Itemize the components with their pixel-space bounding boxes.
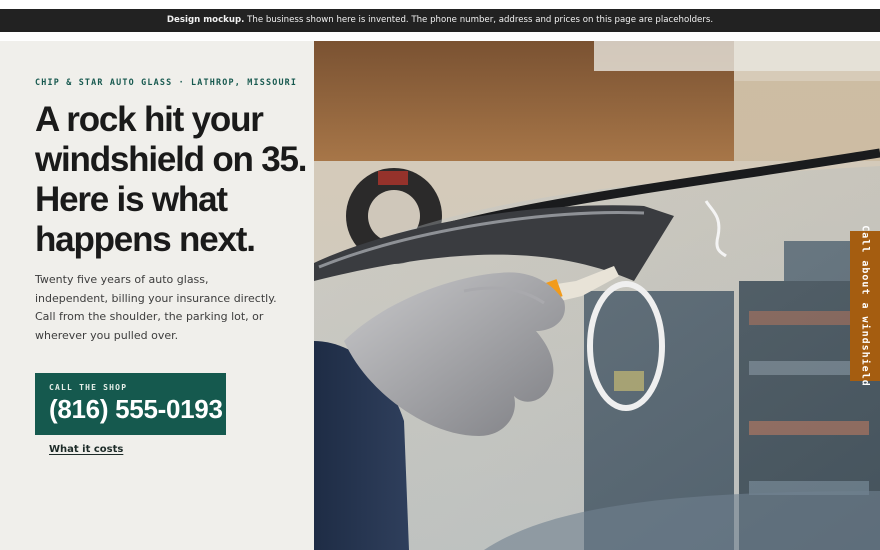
side-tab-label: Call about a windshield — [859, 225, 871, 387]
hero-body: Twenty five years of auto glass, indepen… — [35, 273, 277, 342]
phone-number: (816) 555-0193 — [49, 394, 223, 424]
call-shop-button[interactable]: CALL THE SHOP (816) 555-0193 — [35, 373, 226, 435]
hero-eyebrow: CHIP & STAR AUTO GLASS · LATHROP, MISSOU… — [35, 77, 298, 87]
mockup-notice-banner: Design mockup. The business shown here i… — [0, 9, 880, 32]
windshield-repair-photo — [314, 41, 880, 550]
call-shop-label: CALL THE SHOP — [49, 383, 128, 392]
what-it-costs-link[interactable]: What it costs — [49, 444, 123, 455]
hero-headline: A rock hit your windshield on 35. Here i… — [35, 100, 308, 259]
mockup-notice-text: The business shown here is invented. The… — [244, 15, 714, 25]
call-windshield-side-tab[interactable]: Call about a windshield — [850, 225, 880, 387]
photo-illustration — [314, 41, 880, 550]
banner-spacer — [0, 32, 880, 41]
mockup-notice-strong: Design mockup. — [166, 15, 245, 25]
top-spacer — [0, 0, 880, 9]
